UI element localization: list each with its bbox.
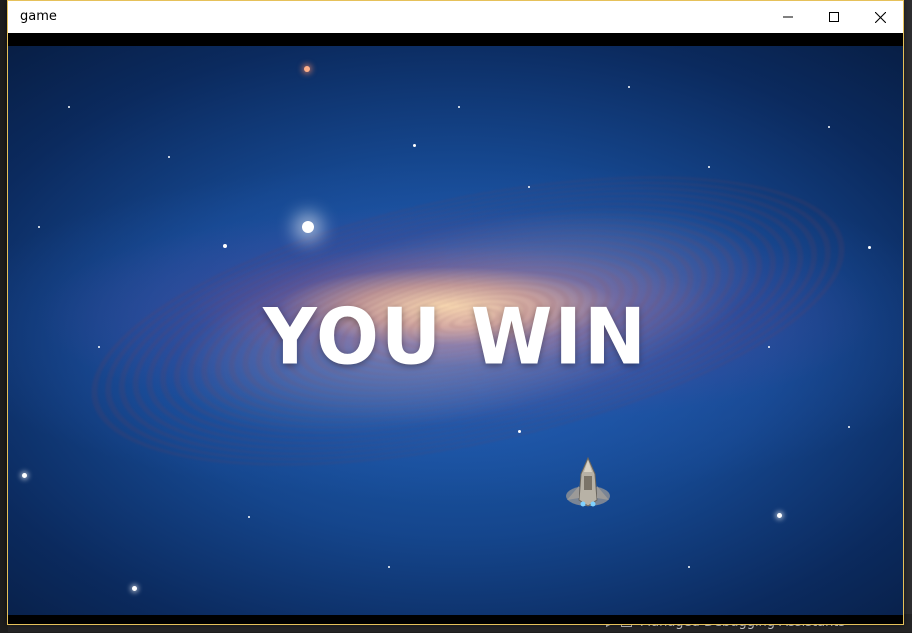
star: [518, 430, 521, 433]
maximize-button[interactable]: [811, 1, 857, 33]
star: [848, 426, 850, 428]
star: [22, 473, 27, 478]
star: [68, 106, 70, 108]
star: [413, 144, 416, 147]
ide-right-strip: [904, 0, 912, 632]
galaxy-background: YOU WIN: [8, 46, 903, 615]
star: [304, 66, 310, 72]
minimize-icon: [783, 16, 793, 18]
star: [132, 586, 137, 591]
close-icon: [874, 11, 886, 23]
minimize-button[interactable]: [765, 1, 811, 33]
maximize-icon: [829, 12, 839, 22]
star: [868, 246, 871, 249]
star: [38, 226, 40, 228]
star: [388, 566, 390, 568]
close-button[interactable]: [857, 1, 903, 33]
star: [528, 186, 530, 188]
star: [828, 126, 830, 128]
win-message: YOU WIN: [263, 291, 648, 383]
star: [628, 86, 630, 88]
window-title: game: [20, 9, 57, 24]
star: [708, 166, 710, 168]
star: [248, 516, 250, 518]
bright-star: [302, 221, 314, 233]
star: [168, 156, 170, 158]
title-bar[interactable]: game: [8, 1, 903, 33]
star: [777, 513, 782, 518]
star: [223, 244, 227, 248]
game-canvas[interactable]: YOU WIN: [8, 33, 903, 624]
game-window: game YOU WIN: [7, 0, 904, 625]
star: [458, 106, 460, 108]
star: [688, 566, 690, 568]
spaceship-icon: [566, 456, 610, 507]
